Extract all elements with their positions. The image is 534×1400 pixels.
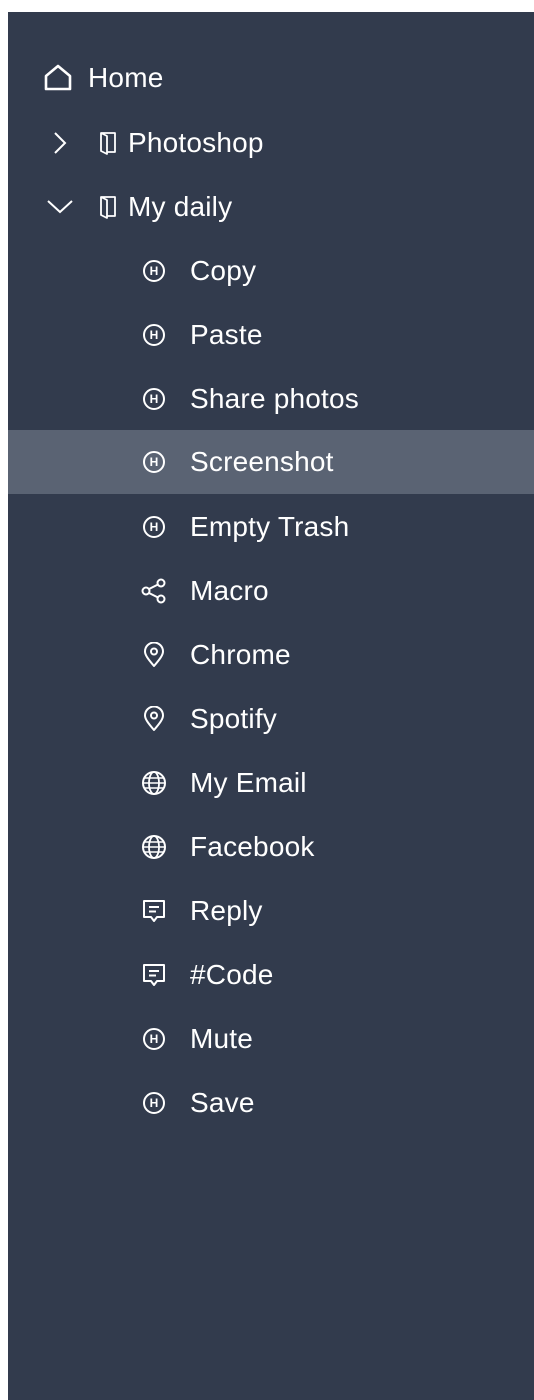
nav-item-mute[interactable]: H Mute (8, 1007, 534, 1071)
nav-item-label: Chrome (190, 639, 291, 670)
hotkey-icon: H (138, 446, 170, 478)
location-pin-icon (138, 639, 170, 671)
nav-item-label: Paste (190, 319, 263, 350)
message-icon (138, 959, 170, 991)
chevron-right-icon[interactable] (44, 127, 76, 159)
folder-label: Photoshop (128, 127, 264, 158)
nav-item-save[interactable]: H Save (8, 1071, 534, 1135)
book-icon (96, 191, 120, 223)
folder-photoshop[interactable]: Photoshop (8, 111, 534, 175)
hotkey-icon: H (138, 511, 170, 543)
nav-item-label: Mute (190, 1023, 254, 1054)
nav-item-label: Empty Trash (190, 511, 350, 542)
nav-item-empty-trash[interactable]: H Empty Trash (8, 495, 534, 559)
hotkey-icon: H (138, 255, 170, 287)
nav-item-facebook[interactable]: Facebook (8, 815, 534, 879)
nav-item-label: Copy (190, 255, 257, 286)
folder-my-daily[interactable]: My daily (8, 175, 534, 239)
nav-item-home[interactable]: Home (8, 46, 534, 110)
nav-item-chrome[interactable]: Chrome (8, 623, 534, 687)
chevron-down-icon[interactable] (44, 191, 76, 223)
nav-item-label: Screenshot (190, 446, 334, 477)
location-pin-icon (138, 703, 170, 735)
globe-icon (138, 767, 170, 799)
nav-item-label: Share photos (190, 383, 359, 414)
nav-item-my-email[interactable]: My Email (8, 751, 534, 815)
nav-item-label: Macro (190, 575, 269, 606)
nav-item-reply[interactable]: Reply (8, 879, 534, 943)
hotkey-icon: H (138, 383, 170, 415)
nav-item-label: Spotify (190, 703, 277, 734)
folder-label: My daily (128, 191, 233, 222)
hotkey-icon: H (138, 1087, 170, 1119)
home-icon (42, 62, 74, 94)
nav-item-macro[interactable]: Macro (8, 559, 534, 623)
sidebar: Home Photoshop My daily H Copy H Paste H… (8, 12, 534, 1400)
hotkey-icon: H (138, 1023, 170, 1055)
share-icon (138, 575, 170, 607)
nav-item-label: #Code (190, 959, 274, 990)
nav-item-label: Reply (190, 895, 263, 926)
nav-item-code[interactable]: #Code (8, 943, 534, 1007)
nav-item-screenshot[interactable]: H Screenshot (8, 430, 534, 494)
message-icon (138, 895, 170, 927)
hotkey-icon: H (138, 319, 170, 351)
nav-item-label: Save (190, 1087, 255, 1118)
nav-item-label: Facebook (190, 831, 315, 862)
nav-item-copy[interactable]: H Copy (8, 239, 534, 303)
globe-icon (138, 831, 170, 863)
nav-item-spotify[interactable]: Spotify (8, 687, 534, 751)
nav-item-label: My Email (190, 767, 307, 798)
nav-item-paste[interactable]: H Paste (8, 303, 534, 367)
nav-item-share-photos[interactable]: H Share photos (8, 367, 534, 431)
book-icon (96, 127, 120, 159)
nav-item-label: Home (88, 62, 164, 93)
